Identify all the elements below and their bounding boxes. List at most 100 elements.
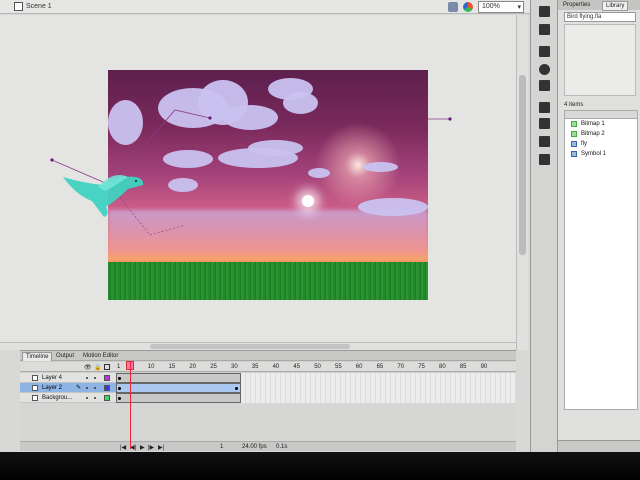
frame-rate[interactable]: 24.00 fps (242, 444, 267, 450)
keyframe[interactable] (118, 397, 121, 400)
tab-motion-editor[interactable]: Motion Editor (80, 352, 121, 361)
horizontal-scrollbar[interactable] (0, 342, 516, 350)
timeline-empty-area (20, 403, 516, 441)
frame-span[interactable] (116, 393, 241, 403)
frame-number: 55 (335, 364, 342, 370)
cloud (168, 178, 198, 192)
frame-number: 40 (272, 364, 280, 370)
lock-dot[interactable] (94, 387, 96, 389)
keyframe[interactable] (235, 387, 238, 390)
layer-icon (32, 385, 38, 391)
visibility-dot[interactable] (86, 387, 88, 389)
frame-number: 85 (459, 364, 467, 370)
lock-dot[interactable] (94, 377, 96, 379)
play-icon[interactable]: ▶ (140, 444, 145, 451)
current-frame: 1 (220, 444, 224, 450)
frame-number: 20 (189, 364, 197, 370)
layer-name: Layer 2 (42, 385, 63, 391)
history-icon[interactable] (539, 154, 550, 165)
scrollbar-thumb[interactable] (519, 75, 526, 255)
lock-icon[interactable]: 🔒 (94, 364, 101, 371)
motion-tween-span[interactable] (116, 383, 241, 393)
frame-number: 75 (418, 364, 425, 370)
layer-list: Layer 4 Layer 2 ✎ Backgrou... (20, 373, 116, 403)
timeline-panel: Timeline Output Motion Editor 👁 🔒 15 10 1 5… (20, 350, 516, 451)
transform-icon[interactable] (539, 80, 550, 91)
vertical-scrollbar[interactable] (516, 15, 528, 350)
color-panel-icon[interactable] (539, 6, 550, 17)
code-snippets-icon[interactable] (539, 136, 550, 147)
step-forward-icon[interactable]: |▶ (148, 444, 154, 451)
tab-library[interactable]: Library (602, 1, 629, 11)
library-item[interactable]: Bitmap 2 (565, 129, 637, 139)
edit-scene-icon[interactable] (448, 2, 458, 12)
go-to-first-frame-icon[interactable]: |◀ (120, 444, 126, 451)
symbol-icon (571, 141, 577, 147)
library-item[interactable]: Bitmap 1 (565, 119, 637, 129)
info-icon[interactable] (539, 64, 550, 75)
go-to-last-frame-icon[interactable]: ▶| (158, 444, 164, 451)
frame-span[interactable] (116, 373, 241, 383)
layer-color-box[interactable] (104, 385, 110, 391)
frame-grid[interactable] (116, 373, 516, 403)
library-item[interactable]: fly (565, 139, 637, 149)
library-preview (564, 24, 636, 96)
frame-number: 60 (355, 364, 363, 370)
layer-row[interactable]: Layer 2 ✎ (20, 383, 116, 393)
frame-number: 15 (168, 364, 176, 370)
bird-eye (134, 179, 138, 183)
frame-number: 70 (397, 364, 405, 370)
zoom-select[interactable]: 100% ▾ (478, 1, 524, 13)
keyframe[interactable] (118, 377, 121, 380)
elapsed-time: 0.1s (276, 444, 288, 450)
library-item-name: Bitmap 2 (581, 131, 605, 137)
layer-row[interactable]: Layer 4 (20, 373, 116, 383)
outline-icon[interactable] (104, 364, 110, 370)
timeline-header: 👁 🔒 151015202530354045505560657075808590 (20, 362, 516, 372)
scene-label[interactable]: Scene 1 (26, 3, 52, 10)
visibility-dot[interactable] (86, 377, 88, 379)
cloud (163, 150, 213, 168)
library-toolbar (558, 440, 640, 452)
cloud (223, 105, 278, 130)
playhead[interactable] (130, 361, 131, 449)
tab-properties[interactable]: Properties (560, 1, 593, 9)
layer-color-box[interactable] (104, 375, 110, 381)
edit-symbols-icon[interactable] (463, 2, 473, 12)
tab-output[interactable]: Output (53, 352, 77, 361)
library-document-select[interactable]: Bird flying.fla (564, 12, 636, 22)
cloud (283, 92, 318, 114)
visibility-dot[interactable] (86, 397, 88, 399)
components-icon[interactable] (539, 102, 550, 113)
frame-number: 10 (147, 364, 155, 370)
symbol-icon (571, 151, 577, 157)
cloud (108, 100, 143, 145)
monitor-bezel (0, 452, 640, 480)
eye-icon[interactable]: 👁 (84, 364, 92, 371)
library-list-header (565, 111, 637, 119)
keyframe[interactable] (118, 387, 121, 390)
motion-presets-icon[interactable] (539, 118, 550, 129)
frame-number: 25 (210, 364, 217, 370)
sun (302, 195, 314, 207)
bitmap-icon (571, 121, 577, 127)
scene-icon[interactable] (14, 2, 23, 11)
edit-bar: Scene 1 100% ▾ (0, 0, 530, 14)
frame-number: 50 (314, 364, 321, 370)
frame-number: 80 (439, 364, 446, 370)
horizon-clouds (108, 210, 428, 255)
timeline-status-bar: |◀ ◀| ▶ |▶ ▶| 1 24.00 fps 0.1s (20, 441, 516, 451)
lock-dot[interactable] (94, 397, 96, 399)
library-item-name: Bitmap 1 (581, 121, 605, 127)
align-icon[interactable] (539, 46, 550, 57)
swatches-icon[interactable] (539, 24, 550, 35)
tab-timeline[interactable]: Timeline (22, 352, 53, 361)
bird-symbol[interactable] (58, 165, 148, 220)
library-item[interactable]: Symbol 1 (565, 149, 637, 159)
frame-number: 35 (251, 364, 259, 370)
layer-row[interactable]: Backgrou... (20, 393, 116, 403)
layer-color-box[interactable] (104, 395, 110, 401)
stage[interactable] (108, 70, 428, 300)
scrollbar-thumb[interactable] (150, 344, 350, 349)
bitmap-icon (571, 131, 577, 137)
